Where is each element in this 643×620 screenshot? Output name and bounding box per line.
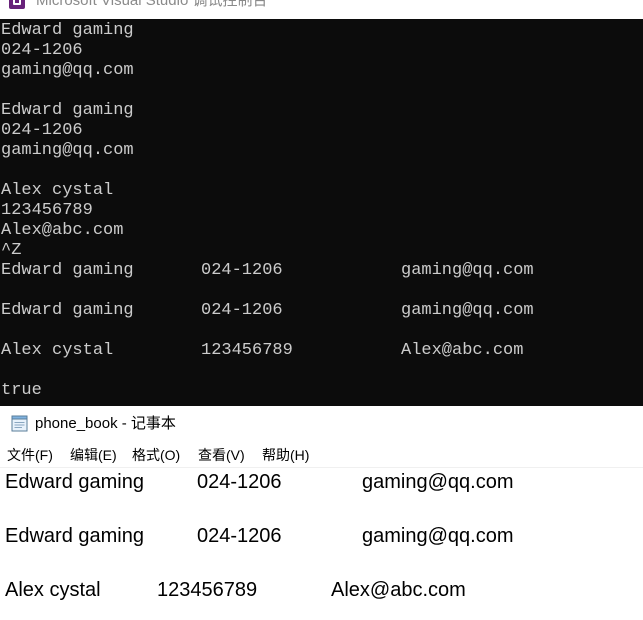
debug-console[interactable]: Edward gaming 024-1206 gaming@qq.com Edw… [0,19,643,406]
menu-format[interactable]: 格式(O) [132,446,180,464]
vs-console-titlebar[interactable]: Microsoft Visual Studio 调试控制台 [0,0,643,19]
console-line: 123456789 [1,201,93,220]
console-phone-cell: 024-1206 [201,261,283,280]
console-line: 024-1206 [1,121,83,140]
console-line: Edward gaming [1,101,134,120]
console-name-cell: Alex cystal [1,341,114,360]
console-name-cell: Edward gaming [1,301,134,320]
console-line: gaming@qq.com [1,61,134,80]
notepad-phone: 024-1206 [197,471,282,493]
console-email-cell: gaming@qq.com [401,261,534,280]
notepad-icon [11,415,28,432]
notepad-phone: 123456789 [157,579,258,601]
notepad-title: phone_book - 记事本 [35,415,176,432]
console-result-line: true [1,381,42,400]
console-table-row: Edward gaming 024-1206 gaming@qq.com [1,301,643,321]
menu-edit[interactable]: 编辑(E) [70,446,117,464]
console-table-row: Edward gaming 024-1206 gaming@qq.com [1,261,643,281]
console-phone-cell: 024-1206 [201,301,283,320]
console-table-row: Alex cystal 123456789 Alex@abc.com [1,341,643,361]
console-line: Alex cystal [1,181,114,200]
console-line: ^Z [1,241,22,260]
notepad-line: Alex cystal 123456789 Alex@abc.com [0,576,643,604]
notepad-email: gaming@qq.com [362,471,514,493]
console-phone-cell: 123456789 [201,341,293,360]
console-line: 024-1206 [1,41,83,60]
screenshot: Microsoft Visual Studio 调试控制台 Edward gam… [0,0,643,620]
vs-console-title: Microsoft Visual Studio 调试控制台 [36,0,268,9]
notepad-name: Edward gaming [5,471,144,493]
console-name-cell: Edward gaming [1,261,134,280]
menu-view[interactable]: 查看(V) [198,446,245,464]
notepad-phone: 024-1206 [197,525,282,547]
console-output: Edward gaming 024-1206 gaming@qq.com Edw… [1,21,643,401]
visual-studio-icon [9,0,25,9]
notepad-text-area[interactable]: Edward gaming 024-1206 gaming@qq.com Edw… [0,468,643,620]
notepad-line: Edward gaming 024-1206 gaming@qq.com [0,468,643,496]
notepad-email: gaming@qq.com [362,525,514,547]
menu-file[interactable]: 文件(F) [7,446,53,464]
console-email-cell: gaming@qq.com [401,301,534,320]
notepad-line: Edward gaming 024-1206 gaming@qq.com [0,522,643,550]
notepad-email: Alex@abc.com [331,579,466,601]
menu-help[interactable]: 帮助(H) [262,446,309,464]
console-line: gaming@qq.com [1,141,134,160]
console-line: Edward gaming [1,21,134,40]
console-line: Alex@abc.com [1,221,124,240]
notepad-titlebar[interactable]: phone_book - 记事本 [0,406,643,442]
notepad-menubar: 文件(F) 编辑(E) 格式(O) 查看(V) 帮助(H) [0,442,643,468]
notepad-name: Edward gaming [5,525,144,547]
console-email-cell: Alex@abc.com [401,341,524,360]
notepad-name: Alex cystal [5,579,101,601]
